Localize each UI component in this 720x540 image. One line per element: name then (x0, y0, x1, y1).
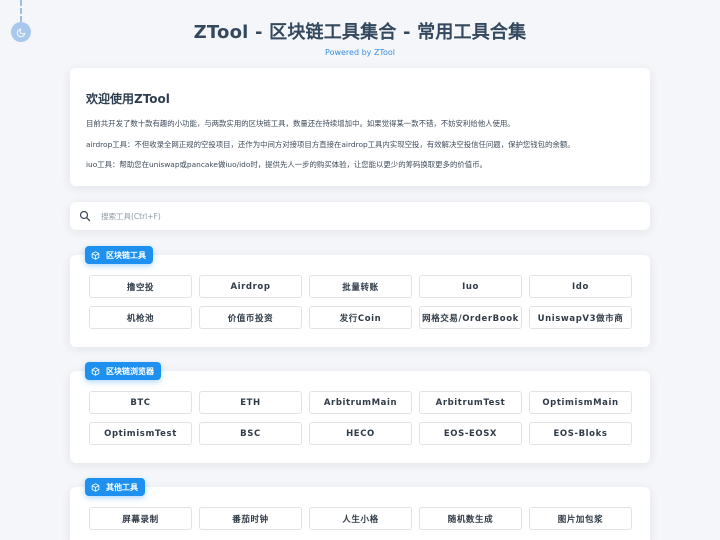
tool-button[interactable]: 机枪池 (89, 306, 192, 329)
tool-button[interactable]: 图片加包浆 (529, 507, 632, 530)
powered-by-link[interactable]: Powered by ZTool (0, 48, 720, 57)
tool-button[interactable]: OptimismTest (89, 422, 192, 445)
intro-title: 欢迎使用ZTool (86, 92, 170, 106)
section-other-tools: 其他工具 屏幕录制 番茄时钟 人生小格 随机数生成 图片加包浆 (70, 478, 650, 540)
tool-grid: 屏幕录制 番茄时钟 人生小格 随机数生成 图片加包浆 (89, 507, 632, 530)
tool-button[interactable]: UniswapV3做市商 (529, 306, 632, 329)
cube-icon (91, 250, 101, 260)
tool-button[interactable]: Airdrop (199, 275, 302, 298)
tool-button[interactable]: 发行Coin (309, 306, 412, 329)
tool-button[interactable]: 人生小格 (309, 507, 412, 530)
tool-button[interactable]: 网格交易/OrderBook (419, 306, 522, 329)
page-title: ZTool - 区块链工具集合 - 常用工具合集 (193, 22, 527, 43)
section-blockchain-tools: 区块链工具 撸空投 Airdrop 批量转账 Iuo Ido 机枪池 价值币投资… (70, 246, 650, 347)
tool-grid: 撸空投 Airdrop 批量转账 Iuo Ido 机枪池 价值币投资 发行Coi… (89, 275, 632, 329)
intro-paragraph: airdrop工具：不但收录全网正规的空投项目，还作为中间方对接项目方直接在ai… (86, 139, 575, 149)
tool-button[interactable]: OptimismMain (529, 391, 632, 414)
tool-button[interactable]: BSC (199, 422, 302, 445)
tool-button[interactable]: 撸空投 (89, 275, 192, 298)
section-badge: 区块链浏览器 (85, 362, 161, 380)
cube-icon (91, 482, 101, 492)
section-badge: 区块链工具 (85, 246, 153, 264)
tool-button[interactable]: EOS-Bloks (529, 422, 632, 445)
section-title: 区块链工具 (106, 250, 146, 260)
tool-button[interactable]: ArbitrumTest (419, 391, 522, 414)
tool-button[interactable]: Ido (529, 275, 632, 298)
tool-button[interactable]: 屏幕录制 (89, 507, 192, 530)
tool-button[interactable]: 番茄时钟 (199, 507, 302, 530)
tool-button[interactable]: ETH (199, 391, 302, 414)
page-header: ZTool - 区块链工具集合 - 常用工具合集 Powered by ZToo… (0, 18, 720, 57)
tool-button[interactable]: BTC (89, 391, 192, 414)
section-badge: 其他工具 (85, 478, 145, 496)
tool-grid: BTC ETH ArbitrumMain ArbitrumTest Optimi… (89, 391, 632, 445)
cube-icon (91, 366, 101, 376)
search-icon (79, 209, 93, 223)
tool-button[interactable]: EOS-EOSX (419, 422, 522, 445)
intro-paragraph: 目前共开发了数十款有趣的小功能，与两款实用的区块链工具，数量还在持续增加中。如果… (86, 119, 515, 128)
section-title: 区块链浏览器 (106, 366, 154, 376)
tool-button[interactable]: Iuo (419, 275, 522, 298)
tool-button[interactable]: 批量转账 (309, 275, 412, 298)
intro-card: 欢迎使用ZTool 目前共开发了数十款有趣的小功能，与两款实用的区块链工具，数量… (70, 68, 650, 186)
tool-button[interactable]: 价值币投资 (199, 306, 302, 329)
section-blockchain-explorers: 区块链浏览器 BTC ETH ArbitrumMain ArbitrumTest… (70, 362, 650, 463)
intro-paragraph: iuo工具：帮助您在uniswap或pancake做iuo/ido时，提供先人一… (86, 160, 487, 169)
tool-button[interactable]: HECO (309, 422, 412, 445)
tool-button[interactable]: 随机数生成 (419, 507, 522, 530)
search-input[interactable] (101, 211, 501, 221)
section-title: 其他工具 (106, 482, 138, 492)
search-bar (70, 202, 650, 230)
tool-button[interactable]: ArbitrumMain (309, 391, 412, 414)
